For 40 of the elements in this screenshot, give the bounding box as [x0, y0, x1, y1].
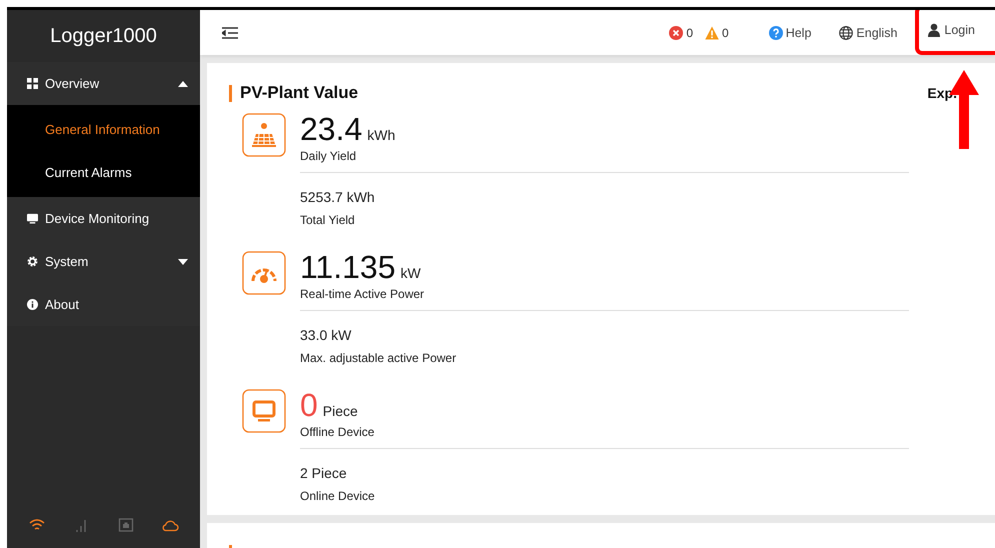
- warning-icon: [705, 26, 719, 40]
- metric-value: 11.135: [300, 249, 396, 285]
- login-link[interactable]: Login: [915, 10, 995, 55]
- section-title: PV-Plant Value: [240, 83, 360, 103]
- metric-value: 23.4: [300, 111, 362, 147]
- metric-value: 33.0 kW: [300, 327, 352, 343]
- alarm-count: 0: [686, 26, 693, 40]
- cloud-icon: [160, 518, 179, 532]
- metric-value: 5253.7 kWh: [300, 189, 376, 205]
- metric-label: Max. adjustable active Power: [300, 351, 458, 365]
- help-icon: [768, 26, 783, 40]
- alarm-count: 0: [722, 26, 729, 40]
- language-selector[interactable]: English: [839, 26, 898, 40]
- menu-icon[interactable]: [222, 26, 238, 38]
- metric-unit: kW: [400, 265, 421, 281]
- wifi-icon: [28, 518, 46, 532]
- submenu-item[interactable]: Current Alarms: [7, 151, 200, 194]
- globe-icon: [839, 26, 854, 40]
- metric-label: Total Yield: [300, 213, 356, 227]
- export-label: Exp.: [927, 85, 957, 101]
- error-icon: [669, 26, 684, 40]
- metric-label: Real-time Active Power: [300, 287, 426, 301]
- solar-panel-icon: [242, 113, 286, 157]
- monitor-icon: [242, 389, 286, 433]
- metric-label: Online Device: [300, 489, 376, 503]
- info-icon: [27, 299, 38, 310]
- help-link[interactable]: Help: [768, 26, 812, 40]
- submenu-item[interactable]: General Information: [7, 108, 200, 151]
- grid-icon: [27, 78, 38, 89]
- metric-label: Daily Yield: [300, 149, 358, 163]
- ethernet-port-icon: [116, 518, 135, 532]
- settings-icon: [27, 256, 38, 267]
- monitor-icon: [27, 213, 38, 224]
- gauge-icon: [242, 251, 286, 295]
- metric-unit: Piece: [322, 403, 358, 419]
- metric-unit: kWh: [367, 127, 396, 143]
- user-icon: [927, 23, 942, 37]
- metric-value: 0: [300, 387, 318, 423]
- metric-label: Offline Device: [300, 425, 376, 439]
- metric-value: 2 Piece: [300, 465, 348, 481]
